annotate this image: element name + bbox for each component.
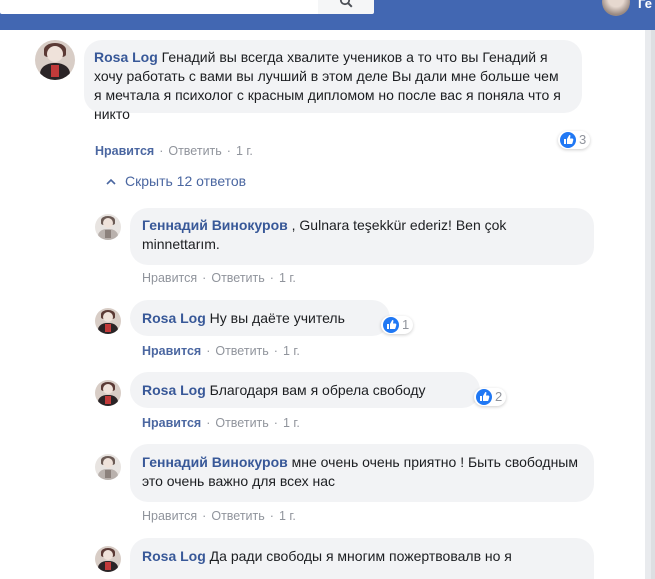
reply-text: Да ради свободы я многим пожертвовалв но… <box>209 548 512 564</box>
reply-author[interactable]: Rosa Log <box>142 382 206 398</box>
comment-actions: Нравится · Ответить · 1 г. <box>95 144 253 158</box>
reply-link[interactable]: Ответить <box>168 144 221 158</box>
reply-actions: Нравится · Ответить · 1 г. <box>142 416 300 430</box>
like-link[interactable]: Нравится <box>142 344 201 358</box>
comment-bubble: Rosa Log Генадий вы всегда хвалите учени… <box>84 40 582 122</box>
reply-author[interactable]: Rosa Log <box>142 548 206 564</box>
reply-timestamp[interactable]: 1 г. <box>279 271 296 285</box>
search-icon <box>339 0 353 8</box>
avatar[interactable] <box>35 40 75 80</box>
reaction-count: 2 <box>495 389 503 404</box>
scrollbar-track[interactable] <box>651 30 655 579</box>
reply-bubble: Геннадий Винокуров мне очень очень прият… <box>130 444 594 502</box>
reply-link[interactable]: Ответить <box>211 509 264 523</box>
reply-text: Благодаря вам я обрела свободу <box>209 382 426 398</box>
like-link[interactable]: Нравится <box>142 509 197 523</box>
like-link[interactable]: Нравится <box>95 144 154 158</box>
like-reaction-icon <box>476 388 492 405</box>
like-reaction-icon <box>560 131 576 148</box>
profile-name[interactable]: Ге <box>638 0 652 11</box>
search-input[interactable] <box>0 0 318 14</box>
reaction-count-badge[interactable]: 2 <box>474 388 507 406</box>
reply-bubble: Rosa Log Да ради свободы я многим пожерт… <box>130 538 594 579</box>
reply-bubble: Rosa Log Благодаря вам я обрела свободу <box>130 372 480 408</box>
hide-replies-link[interactable]: Скрыть 12 ответов <box>106 173 246 189</box>
reply-timestamp[interactable]: 1 г. <box>283 416 300 430</box>
reply-bubble: Rosa Log Ну вы даёте учитель <box>130 300 390 336</box>
avatar[interactable] <box>95 380 121 406</box>
reply-link[interactable]: Ответить <box>211 271 264 285</box>
chevron-up-icon <box>106 178 116 185</box>
avatar[interactable] <box>95 214 121 240</box>
reply-actions: Нравится · Ответить · 1 г. <box>142 271 296 285</box>
search-button[interactable] <box>318 0 374 14</box>
reply-bubble: Геннадий Винокуров , Gulnara teşekkür ed… <box>130 208 594 265</box>
reply-timestamp[interactable]: 1 г. <box>279 509 296 523</box>
reply-text: Ну вы даёте учитель <box>209 310 345 326</box>
reply-author[interactable]: Геннадий Винокуров <box>142 217 288 233</box>
avatar[interactable] <box>95 308 121 334</box>
profile-avatar[interactable] <box>602 0 630 16</box>
reaction-count: 3 <box>579 132 587 147</box>
reply-author[interactable]: Геннадий Винокуров <box>142 454 288 470</box>
reply-actions: Нравится · Ответить · 1 г. <box>142 344 300 358</box>
comment-text: Генадий вы всегда хвалите учеников а то … <box>94 49 561 122</box>
comment-author[interactable]: Rosa Log <box>94 49 158 65</box>
avatar[interactable] <box>95 454 121 480</box>
reaction-count-badge[interactable]: 3 <box>558 131 591 149</box>
reaction-count: 1 <box>402 317 410 332</box>
reply-author[interactable]: Rosa Log <box>142 310 206 326</box>
avatar[interactable] <box>95 546 121 572</box>
reply-link[interactable]: Ответить <box>215 344 268 358</box>
like-link[interactable]: Нравится <box>142 416 201 430</box>
like-link[interactable]: Нравится <box>142 271 197 285</box>
like-reaction-icon <box>383 316 399 333</box>
hide-replies-label[interactable]: Скрыть 12 ответов <box>125 173 246 189</box>
reaction-count-badge[interactable]: 1 <box>381 316 414 334</box>
reply-actions: Нравится · Ответить · 1 г. <box>142 509 296 523</box>
comment-timestamp[interactable]: 1 г. <box>236 144 253 158</box>
reply-link[interactable]: Ответить <box>215 416 268 430</box>
reply-timestamp[interactable]: 1 г. <box>283 344 300 358</box>
top-navigation-bar: Ге <box>0 0 655 30</box>
